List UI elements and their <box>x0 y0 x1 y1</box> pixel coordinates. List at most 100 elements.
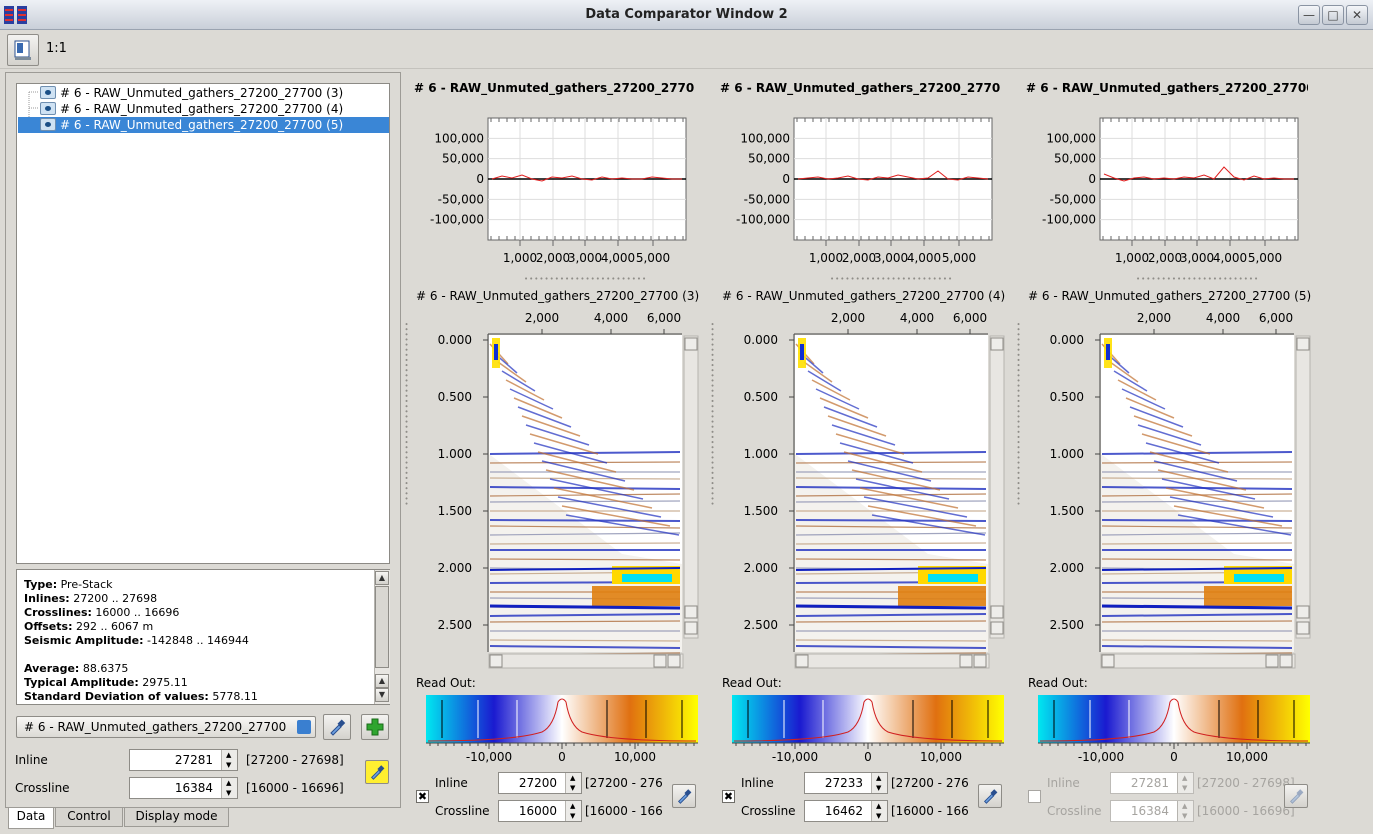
splitter-handle[interactable]: •••••••••••••••••••••••••••••••••••• <box>1014 322 1022 507</box>
seismic-section[interactable]: 2,000 4,000 6,000 0.000 0.500 1.000 1.500 2.000… <box>720 300 1020 670</box>
x-tick-label: 1,000 <box>503 251 537 265</box>
inline-spinbox[interactable]: 27200 <box>498 772 582 794</box>
tab-control[interactable]: Control <box>55 808 123 827</box>
spin-arrows-icon[interactable] <box>1177 801 1193 821</box>
pick-button[interactable] <box>323 714 351 740</box>
colorbar-tick-label: 10,000 <box>614 750 656 764</box>
colorbar[interactable]: -10,000 0 10,000 <box>730 692 1020 764</box>
crossline-value: 16384 <box>174 781 213 795</box>
splitter-handle[interactable]: •••••••••••••••••••••••• <box>524 275 647 283</box>
x-tick-label: 2,000 <box>842 251 876 265</box>
x-tick-label: 3,000 <box>568 251 602 265</box>
window-view-icon <box>14 40 31 60</box>
add-button[interactable] <box>361 714 389 740</box>
info-label: Standard Deviation of values: <box>24 690 209 703</box>
crossline-value: 16000 <box>518 804 557 818</box>
spin-arrows-icon[interactable] <box>565 773 581 793</box>
inline-value: 27233 <box>824 776 863 790</box>
y-tick-label: 0 <box>782 172 790 186</box>
eye-icon[interactable] <box>40 102 56 115</box>
splitter-handle[interactable]: •••••••••••••••••••••••• <box>1136 275 1259 283</box>
amplitude-chart[interactable]: 100,000 50,000 0 -50,000 -100,000 1,0002,0003… <box>1026 110 1326 270</box>
x-tick-label: 5,000 <box>636 251 670 265</box>
y-tick-label: 50,000 <box>442 152 484 166</box>
inline-spinbox[interactable]: 27233 <box>804 772 888 794</box>
crossline-label: Crossline <box>15 781 70 795</box>
colorbar[interactable]: -10,000 0 10,000 <box>1036 692 1326 764</box>
crossline-spinbox[interactable]: 16384 <box>129 777 238 799</box>
seismic-section[interactable]: 2,000 4,000 6,000 0.000 0.500 1.000 1.500 2.000… <box>414 300 714 670</box>
scroll-thumb[interactable] <box>375 586 389 668</box>
x-tick-label: 3,000 <box>874 251 908 265</box>
readout-label: Read Out: <box>416 676 476 690</box>
crossline-spinbox[interactable]: 16462 <box>804 800 888 822</box>
dataset-combo-value: # 6 - RAW_Unmuted_gathers_27200_27700 <box>24 720 287 734</box>
info-label: Typical Amplitude: <box>24 676 139 689</box>
minimize-button[interactable]: — <box>1298 5 1320 25</box>
info-value: 16000 .. 16696 <box>91 606 180 619</box>
tree-item[interactable]: # 6 - RAW_Unmuted_gathers_27200_27700 (4… <box>18 101 389 117</box>
grid-icon[interactable] <box>297 720 311 734</box>
splitter-handle[interactable]: •••••••••••••••••••••••••••••••••••• <box>708 322 716 507</box>
eyedropper-icon <box>677 789 692 804</box>
spin-arrows-icon[interactable] <box>871 801 887 821</box>
tree-item-selected[interactable]: # 6 - RAW_Unmuted_gathers_27200_27700 (5… <box>18 117 389 133</box>
y-tick-label: 0.000 <box>1050 333 1084 347</box>
colorbar[interactable]: -10,000 0 10,000 <box>424 692 714 764</box>
tab-display-mode[interactable]: Display mode <box>124 808 229 827</box>
crossline-spinbox[interactable]: 16384 <box>1110 800 1194 822</box>
pick-position-button[interactable] <box>1284 784 1308 808</box>
y-tick-label: -100,000 <box>430 213 484 227</box>
pick-position-button[interactable] <box>365 760 389 784</box>
info-value: 27200 .. 27698 <box>69 592 158 605</box>
scroll-up-icon[interactable]: ▲ <box>375 674 389 688</box>
amplitude-chart[interactable]: 100,000 50,000 0 -50,000 -100,000 1,0002,0003… <box>414 110 714 270</box>
panel-title: # 6 - RAW_Unmuted_gathers_27200_27700 (5… <box>1026 81 1308 95</box>
y-tick-label: 50,000 <box>1054 152 1096 166</box>
eye-icon[interactable] <box>40 86 56 99</box>
seismic-section[interactable]: 2,000 4,000 6,000 0.000 0.500 1.000 1.500 2.000… <box>1026 300 1326 670</box>
y-tick-label: 0 <box>476 172 484 186</box>
inline-spinbox[interactable]: 27281 <box>129 749 238 771</box>
spin-arrows-icon[interactable] <box>871 773 887 793</box>
scroll-up-icon[interactable]: ▲ <box>375 571 389 585</box>
eye-icon[interactable] <box>40 118 56 131</box>
maximize-button[interactable]: □ <box>1322 5 1344 25</box>
spin-arrows-icon[interactable] <box>221 750 237 770</box>
scroll-down-icon[interactable]: ▼ <box>375 688 389 702</box>
colorbar-tick-label: -10,000 <box>466 750 512 764</box>
pick-position-button[interactable] <box>672 784 696 808</box>
spin-arrows-icon[interactable] <box>221 778 237 798</box>
inline-spinbox[interactable]: 27281 <box>1110 772 1194 794</box>
sync-checkbox[interactable] <box>1028 790 1041 803</box>
y-tick-label: 2.000 <box>744 561 778 575</box>
x-tick-label: 4,000 <box>594 311 628 325</box>
pick-position-button[interactable] <box>978 784 1002 808</box>
splitter-handle[interactable]: •••••••••••••••••••••••• <box>830 275 953 283</box>
dataset-tree[interactable]: # 6 - RAW_Unmuted_gathers_27200_27700 (3… <box>16 83 390 564</box>
amplitude-chart[interactable]: 100,000 50,000 0 -50,000 -100,000 1,0002,0003… <box>720 110 1020 270</box>
view-panel-2: # 6 - RAW_Unmuted_gathers_27200_2770 100,… <box>708 72 1024 830</box>
sync-checkbox[interactable]: ✖ <box>416 790 429 803</box>
tab-data[interactable]: Data <box>8 808 54 829</box>
tree-item[interactable]: # 6 - RAW_Unmuted_gathers_27200_27700 (3… <box>18 85 389 101</box>
y-tick-label: 1.000 <box>1050 447 1084 461</box>
info-label: Average: <box>24 662 80 675</box>
info-label: Seismic Amplitude: <box>24 634 144 647</box>
dataset-combo[interactable]: # 6 - RAW_Unmuted_gathers_27200_27700 <box>16 716 316 738</box>
inline-range: [27200 - 27698] <box>246 753 344 767</box>
colorbar-tick-label: 10,000 <box>920 750 962 764</box>
splitter-handle[interactable]: •••••••••••••••••••••••••••••••••••• <box>402 322 410 507</box>
spin-arrows-icon[interactable] <box>1177 773 1193 793</box>
spin-arrows-icon[interactable] <box>565 801 581 821</box>
window-titlebar[interactable]: Data Comparator Window 2 — □ ✕ <box>0 0 1373 30</box>
x-tick-label: 2,000 <box>1137 311 1171 325</box>
crossline-value: 16384 <box>1130 804 1169 818</box>
y-tick-label: 0.500 <box>744 390 778 404</box>
zoom-label[interactable]: 1:1 <box>46 41 67 56</box>
info-scrollbar[interactable]: ▲ ▲ ▼ <box>374 570 390 704</box>
crossline-spinbox[interactable]: 16000 <box>498 800 582 822</box>
sync-checkbox[interactable]: ✖ <box>722 790 735 803</box>
display-toggle-button[interactable] <box>7 34 39 66</box>
close-button[interactable]: ✕ <box>1346 5 1368 25</box>
